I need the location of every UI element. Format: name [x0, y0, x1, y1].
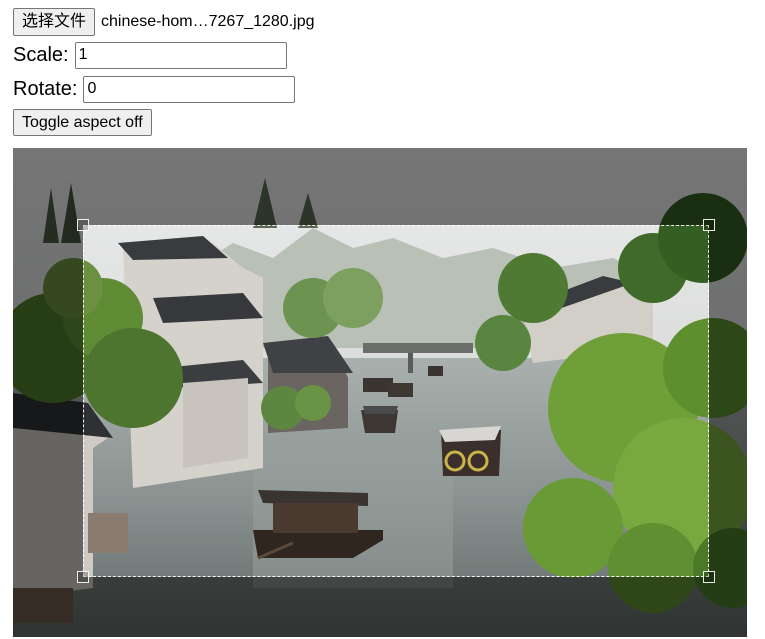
file-input-row: 选择文件 chinese-hom…7267_1280.jpg	[13, 7, 315, 37]
scale-input[interactable]	[74, 41, 287, 69]
crop-handle-bottom-right[interactable]	[703, 571, 715, 583]
selected-file-name: chinese-hom…7267_1280.jpg	[101, 13, 315, 30]
scale-row: Scale:	[13, 41, 287, 69]
crop-handle-top-left[interactable]	[77, 219, 89, 231]
toggle-aspect-button[interactable]: Toggle aspect off	[13, 109, 152, 136]
crop-handle-top-right[interactable]	[703, 219, 715, 231]
image-crop-app: 选择文件 chinese-hom…7267_1280.jpg Scale: Ro…	[0, 0, 765, 639]
scale-label: Scale:	[13, 44, 69, 66]
choose-file-button[interactable]: 选择文件	[13, 8, 96, 36]
rotate-row: Rotate:	[13, 75, 296, 103]
crop-handle-bottom-left[interactable]	[77, 571, 89, 583]
rotate-label: Rotate:	[13, 78, 78, 100]
rotate-input[interactable]	[83, 75, 296, 103]
crop-image-area[interactable]	[13, 148, 747, 637]
crop-selection-box[interactable]	[77, 219, 715, 583]
toggle-row: Toggle aspect off	[13, 109, 152, 136]
